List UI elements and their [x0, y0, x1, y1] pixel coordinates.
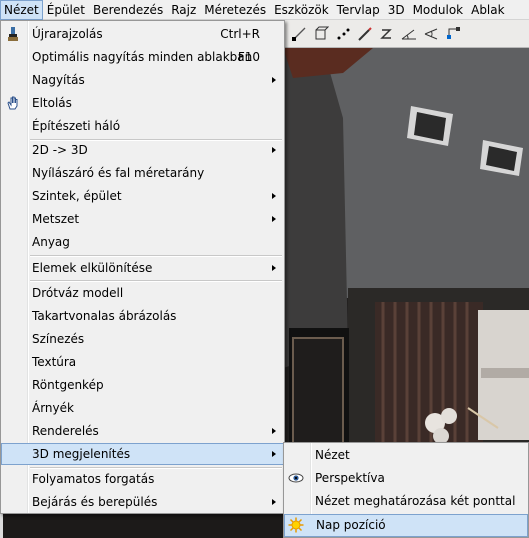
- submenu-item-nezet[interactable]: Nézet: [284, 444, 528, 467]
- menu-meretezes[interactable]: Méretezés: [200, 0, 270, 20]
- submenu-arrow-icon: [272, 265, 276, 271]
- brush-icon: [8, 27, 18, 41]
- menu-item-label: Nézet: [315, 448, 350, 462]
- sun-icon: [288, 517, 304, 533]
- menu-item-3d-megjelenites[interactable]: 3D megjelenítés: [1, 443, 284, 465]
- menu-item-label: Anyag: [32, 235, 70, 249]
- menu-item-shortcut: Ctrl+R: [220, 27, 260, 41]
- menu-item-label: Textúra: [32, 355, 77, 369]
- menu-epulet[interactable]: Épület: [43, 0, 89, 20]
- eye-icon: [288, 473, 304, 483]
- menu-item-label: Optimális nagyítás minden ablakban: [32, 50, 253, 64]
- menu-rajz[interactable]: Rajz: [167, 0, 200, 20]
- box-dimension-icon[interactable]: [311, 24, 331, 44]
- menu-item-label: Eltolás: [32, 96, 72, 110]
- menu-item-epiteszeti-halo[interactable]: Építészeti háló: [1, 115, 284, 137]
- menu-item-label: Takartvonalas ábrázolás: [32, 309, 177, 323]
- menu-item-nagyitas[interactable]: Nagyítás: [1, 69, 284, 91]
- dimension-icon[interactable]: [289, 24, 309, 44]
- menu-item-label: Szintek, épület: [32, 189, 122, 203]
- angle-icon[interactable]: [399, 24, 419, 44]
- menu-item-shortcut: F10: [237, 50, 260, 64]
- dimension-z-icon[interactable]: [377, 24, 397, 44]
- nezet-dropdown-menu: Újrarajzolás Ctrl+R Optimális nagyítás m…: [0, 20, 285, 514]
- menu-item-nyilaszaro[interactable]: Nyílászáró és fal méretarány: [1, 162, 284, 184]
- menu-item-optimalis-nagyitas[interactable]: Optimális nagyítás minden ablakban F10: [1, 46, 284, 68]
- menu-item-label: Perspektíva: [315, 471, 385, 485]
- level-icon[interactable]: [443, 24, 463, 44]
- menu-item-textura[interactable]: Textúra: [1, 351, 284, 373]
- menu-item-eltolas[interactable]: Eltolás: [1, 92, 284, 114]
- menu-item-szinezes[interactable]: Színezés: [1, 328, 284, 350]
- submenu-item-perspektiva[interactable]: Perspektíva: [284, 467, 528, 490]
- menu-item-ujrarajzolas[interactable]: Újrarajzolás Ctrl+R: [1, 23, 284, 45]
- menu-item-takartvonalas[interactable]: Takartvonalas ábrázolás: [1, 305, 284, 327]
- submenu-arrow-icon: [272, 499, 276, 505]
- menu-item-label: Metszet: [32, 212, 80, 226]
- submenu-arrow-icon: [272, 77, 276, 83]
- menu-item-anyag[interactable]: Anyag: [1, 231, 284, 253]
- menu-item-label: 3D megjelenítés: [32, 447, 131, 461]
- menu-item-label: Újrarajzolás: [32, 27, 103, 41]
- menu-item-metszet[interactable]: Metszet: [1, 208, 284, 230]
- submenu-arrow-icon: [272, 216, 276, 222]
- menubar: Nézet Épület Berendezés Rajz Méretezés E…: [0, 0, 529, 20]
- menu-eszkozok[interactable]: Eszközök: [270, 0, 333, 20]
- menu-item-elemek-elkulonitese[interactable]: Elemek elkülönítése: [1, 257, 284, 279]
- menu-item-label: Nap pozíció: [316, 518, 386, 532]
- menu-item-label: Nagyítás: [32, 73, 85, 87]
- menu-item-label: Elemek elkülönítése: [32, 261, 153, 275]
- submenu-arrow-icon: [272, 147, 276, 153]
- menu-item-label: Építészeti háló: [32, 119, 121, 133]
- menu-item-label: Folyamatos forgatás: [32, 472, 155, 486]
- menu-item-label: Röntgenkép: [32, 378, 104, 392]
- menu-item-label: Színezés: [32, 332, 85, 346]
- submenu-arrow-icon: [272, 451, 276, 457]
- menu-item-label: Nézet meghatározása két ponttal: [315, 494, 516, 508]
- menu-nezet[interactable]: Nézet: [0, 0, 43, 20]
- angle-arc-icon[interactable]: [421, 24, 441, 44]
- menu-ablak[interactable]: Ablak: [467, 0, 508, 20]
- dimension-toolbar: [283, 20, 529, 48]
- menu-item-label: Árnyék: [32, 401, 74, 415]
- menu-item-label: Nyílászáró és fal méretarány: [32, 166, 205, 180]
- menu-item-drotvaz-modell[interactable]: Drótváz modell: [1, 282, 284, 304]
- menu-item-folyamatos-forgatas[interactable]: Folyamatos forgatás: [1, 468, 284, 490]
- menu-item-szintek-epulet[interactable]: Szintek, épület: [1, 185, 284, 207]
- submenu-item-nap-pozicio[interactable]: Nap pozíció: [284, 514, 528, 537]
- menu-item-label: Renderelés: [32, 424, 99, 438]
- hand-icon: [7, 96, 18, 110]
- submenu-item-ket-ponttal[interactable]: Nézet meghatározása két ponttal: [284, 490, 528, 513]
- menu-item-arnyek[interactable]: Árnyék: [1, 397, 284, 419]
- submenu-arrow-icon: [272, 193, 276, 199]
- menu-item-bejaras-berepules[interactable]: Bejárás és berepülés: [1, 491, 284, 513]
- menu-item-rontgenkep[interactable]: Röntgenkép: [1, 374, 284, 396]
- menu-item-label: Bejárás és berepülés: [32, 495, 158, 509]
- 3d-megjelenites-submenu: Nézet Perspektíva Nézet meghatározása ké…: [283, 442, 529, 538]
- menu-modulok[interactable]: Modulok: [409, 0, 468, 20]
- menu-item-label: 2D -> 3D: [32, 143, 88, 157]
- menu-item-rendereles[interactable]: Renderelés: [1, 420, 284, 442]
- menu-item-2d-3d[interactable]: 2D -> 3D: [1, 139, 284, 161]
- menu-berendezes[interactable]: Berendezés: [89, 0, 167, 20]
- point-dimension-icon[interactable]: [333, 24, 353, 44]
- submenu-arrow-icon: [272, 428, 276, 434]
- edit-dimension-icon[interactable]: [355, 24, 375, 44]
- menu-item-label: Drótváz modell: [32, 286, 124, 300]
- menu-3d[interactable]: 3D: [384, 0, 409, 20]
- menu-tervlap[interactable]: Tervlap: [333, 0, 384, 20]
